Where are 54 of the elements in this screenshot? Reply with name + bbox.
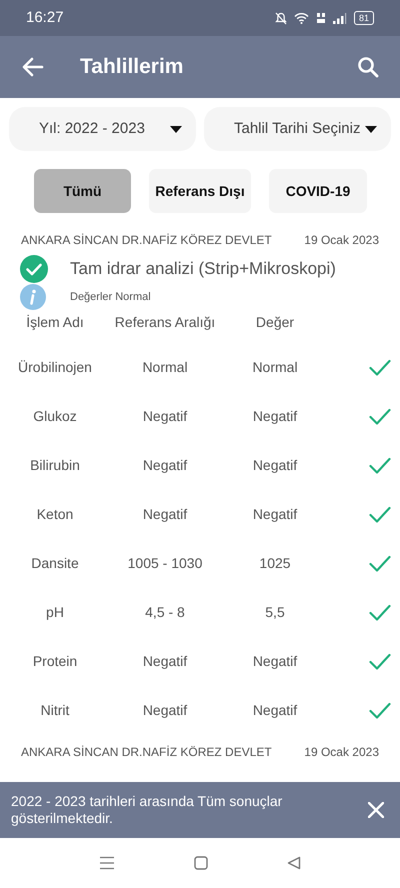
caret-icon (170, 126, 182, 132)
filter-tab[interactable]: Referans Dışı (149, 169, 251, 213)
table-cell-text: 1005 - 1030 (126, 554, 204, 573)
hospital-name: ANKARA SİNCAN DR.NAFİZ KÖREZ DEVLET (21, 744, 272, 761)
table-cell-text: Negatif (142, 456, 188, 475)
result-note: Değerler Normal (70, 290, 151, 305)
table-cell-text: Negatif (252, 701, 298, 720)
info-icon (20, 284, 46, 310)
wifi-icon (294, 12, 309, 24)
column-header: Değer (254, 313, 296, 332)
table-cell-text: Keton (36, 505, 74, 524)
table-cell-text: 4,5 - 8 (144, 603, 186, 622)
bell-off-icon (274, 12, 287, 24)
dropdown[interactable]: Tahlil Tarihi Seçiniz (204, 107, 391, 151)
close-button[interactable] (366, 800, 386, 820)
table-cell-text: Ürobilinojen (17, 358, 93, 377)
table-cell-text: Negatif (252, 456, 298, 475)
column-header: Referans Aralığı (114, 313, 216, 332)
dropdown[interactable]: Yıl: 2022 - 2023 (9, 107, 196, 151)
column-header: İşlem Adı (25, 313, 85, 332)
table-cell-text: Negatif (252, 505, 298, 524)
table-cell-text: Dansite (30, 554, 80, 573)
hospital-name: ANKARA SİNCAN DR.NAFİZ KÖREZ DEVLET (21, 232, 272, 249)
battery-indicator: 81 (354, 11, 374, 25)
table-cell-text: 1025 (258, 554, 292, 573)
table-cell-text: Glukoz (32, 407, 78, 426)
status-time: 16:27 (26, 8, 64, 28)
search-button[interactable] (356, 55, 380, 79)
table-cell-text: Negatif (252, 407, 298, 426)
table-cell-text: Bilirubin (29, 456, 81, 475)
table-cell-text: 5,5 (264, 603, 286, 622)
table-cell-text: Negatif (142, 652, 188, 671)
table-cell-text: Negatif (252, 652, 298, 671)
test-name: Tam idrar analizi (Strip+Mikroskopi) (70, 258, 336, 280)
menu-icon[interactable] (99, 856, 116, 870)
table-cell-text: pH (45, 603, 65, 622)
back-icon[interactable] (286, 856, 301, 870)
snackbar-message: 2022 - 2023 tarihleri arasında Tüm sonuçlar gösterilmektedir. (11, 793, 284, 827)
volte-icon (316, 12, 326, 24)
filter-tab[interactable]: COVID-19 (269, 169, 367, 213)
caret-icon (365, 126, 377, 132)
table-cell-text: Normal (141, 358, 189, 377)
result-date: 19 Ocak 2023 (304, 744, 379, 761)
table-cell-text: Negatif (142, 505, 188, 524)
result-date: 19 Ocak 2023 (304, 232, 379, 249)
table-cell-text: Nitrit (40, 701, 70, 720)
screen-title: Tahlillerim (80, 54, 184, 80)
table-cell-text: Normal (251, 358, 299, 377)
home-icon[interactable] (194, 856, 208, 870)
filter-tab[interactable]: Tümü (34, 169, 131, 213)
table-cell-text: Protein (32, 652, 78, 671)
signal-icon (332, 12, 347, 24)
table-cell-text: Negatif (142, 407, 188, 426)
table-cell-text: Negatif (142, 701, 188, 720)
